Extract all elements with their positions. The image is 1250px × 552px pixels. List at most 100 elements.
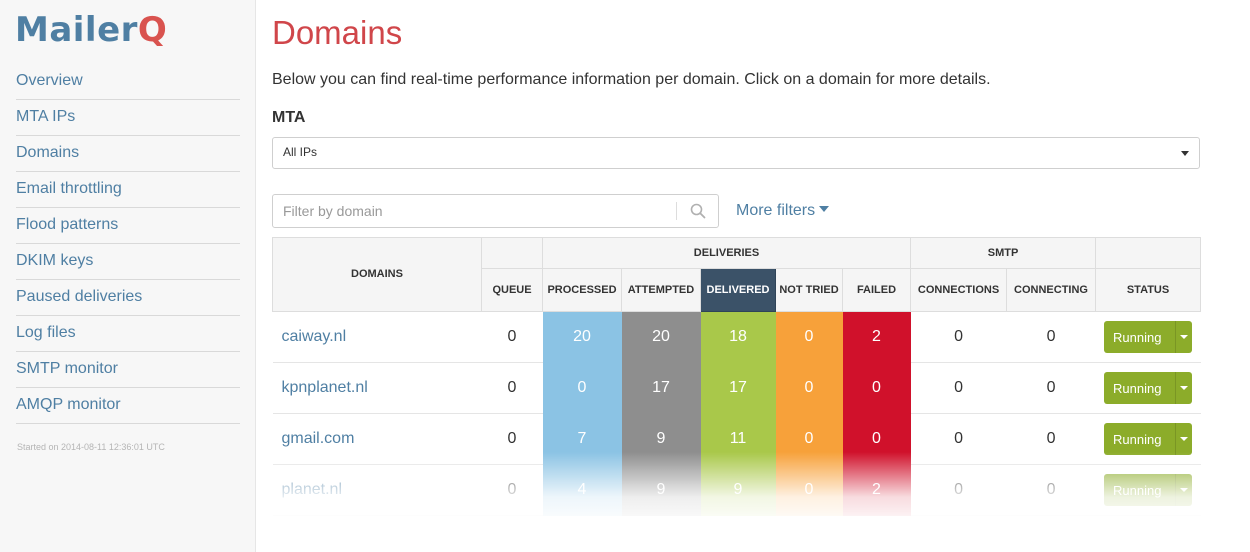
table-row[interactable]: caiway.nl 0 20 20 18 0 2 0 0 Running [272,311,1201,363]
status-label: Running [1113,483,1162,498]
sidebar-item-smtp-monitor[interactable]: SMTP monitor [16,352,240,388]
sidebar-item-log-files[interactable]: Log files [16,316,240,352]
header-processed[interactable]: PROCESSED [542,268,622,312]
table-row[interactable]: kpnplanet.nl 0 0 17 17 0 0 0 0 Running [272,362,1201,414]
cell-processed: 0 [542,362,622,414]
header-domains[interactable]: DOMAINS [272,237,482,312]
cell-queue: 0 [481,311,543,363]
mta-select-value: All IPs [283,145,318,159]
cell-delivered: 9 [700,464,776,516]
header-queue[interactable]: QUEUE [481,268,543,312]
status-dropdown-button[interactable]: Running [1104,474,1193,506]
sidebar-item-paused-deliveries[interactable]: Paused deliveries [16,280,240,316]
header-status[interactable]: STATUS [1095,268,1202,312]
cell-processed: 4 [542,464,622,516]
cell-failed: 0 [842,413,911,465]
cell-connections: 0 [910,413,1007,465]
status-dropdown-button[interactable]: Running [1104,321,1193,353]
header-failed[interactable]: FAILED [841,268,912,312]
header-delivered[interactable]: DELIVERED [700,268,776,312]
domain-link[interactable]: planet.nl [272,464,482,516]
cell-connections: 0 [910,362,1007,414]
cell-processed: 7 [542,413,622,465]
header-group-deliveries: DELIVERIES [541,237,912,269]
cell-failed: 0 [842,362,911,414]
domains-table: DOMAINS DELIVERIES SMTP QUEUE PROCESSED … [272,237,1202,516]
cell-attempted: 9 [621,413,701,465]
logo-accent: Q [137,10,168,50]
cell-queue: 0 [481,464,543,516]
cell-queue: 0 [481,362,543,414]
logo-main: Mailer [15,10,138,50]
header-attempted[interactable]: ATTEMPTED [621,268,701,312]
domain-filter [272,194,719,228]
status-dropdown-button[interactable]: Running [1104,423,1193,455]
cell-processed: 20 [542,311,622,363]
mta-select[interactable]: All IPs [272,137,1200,169]
header-not-tried[interactable]: NOT TRIED [775,268,843,312]
cell-connecting: 0 [1006,464,1096,516]
header-connections[interactable]: CONNECTIONS [910,268,1008,312]
caret-down-icon[interactable] [1180,437,1189,441]
caret-down-icon[interactable] [1180,335,1189,339]
more-filters-label: More filters [736,202,816,219]
header-group-smtp: SMTP [910,237,1097,269]
cell-queue: 0 [481,413,543,465]
table-row[interactable]: planet.nl 0 4 9 9 0 2 0 0 Running [272,464,1201,516]
sidebar: MailerQ Overview MTA IPs Domains Email t… [0,0,256,552]
status-label: Running [1113,432,1162,447]
search-icon[interactable] [690,203,706,219]
cell-status: Running [1095,464,1201,516]
table-row[interactable]: gmail.com 0 7 9 11 0 0 0 0 Running [272,413,1201,465]
cell-attempted: 17 [621,362,701,414]
header-connecting[interactable]: CONNECTING [1006,268,1097,312]
cell-not-tried: 0 [775,464,843,516]
chevron-down-icon [1181,151,1189,156]
cell-failed: 2 [842,311,911,363]
cell-status: Running [1095,362,1201,414]
cell-connecting: 0 [1006,362,1096,414]
cell-delivered: 17 [700,362,776,414]
sidebar-item-mta-ips[interactable]: MTA IPs [16,100,240,136]
status-divider [1175,372,1177,404]
status-divider [1175,321,1177,353]
domain-filter-input[interactable] [273,195,673,227]
cell-delivered: 11 [700,413,776,465]
app-logo[interactable]: MailerQ [15,10,167,50]
cell-status: Running [1095,413,1201,465]
mta-label: MTA [272,109,306,126]
header-blank-status [1095,237,1202,269]
status-dropdown-button[interactable]: Running [1104,372,1193,404]
cell-not-tried: 0 [775,362,843,414]
status-label: Running [1113,330,1162,345]
cell-attempted: 20 [621,311,701,363]
cell-connections: 0 [910,311,1007,363]
filter-divider [676,202,677,220]
domain-link[interactable]: gmail.com [272,413,482,465]
sidebar-item-domains[interactable]: Domains [16,136,240,172]
cell-not-tried: 0 [775,413,843,465]
domain-link[interactable]: kpnplanet.nl [272,362,482,414]
cell-not-tried: 0 [775,311,843,363]
more-filters-button[interactable]: More filters [736,202,830,220]
sidebar-item-overview[interactable]: Overview [16,64,240,100]
cell-connecting: 0 [1006,413,1096,465]
cell-attempted: 9 [621,464,701,516]
status-divider [1175,474,1177,506]
header-blank-queue [481,237,543,269]
sidebar-item-email-throttling[interactable]: Email throttling [16,172,240,208]
cell-failed: 2 [842,464,911,516]
sidebar-item-amqp-monitor[interactable]: AMQP monitor [16,388,240,424]
intro-text: Below you can find real-time performance… [272,71,991,88]
caret-down-icon[interactable] [1180,386,1189,390]
domain-link[interactable]: caiway.nl [272,311,482,363]
sidebar-nav: Overview MTA IPs Domains Email throttlin… [16,64,240,424]
cell-delivered: 18 [700,311,776,363]
status-label: Running [1113,381,1162,396]
sidebar-item-dkim-keys[interactable]: DKIM keys [16,244,240,280]
caret-down-icon[interactable] [1180,488,1189,492]
sidebar-item-flood-patterns[interactable]: Flood patterns [16,208,240,244]
status-divider [1175,423,1177,455]
cell-connecting: 0 [1006,311,1096,363]
started-timestamp: Started on 2014-08-11 12:36:01 UTC [17,442,165,452]
